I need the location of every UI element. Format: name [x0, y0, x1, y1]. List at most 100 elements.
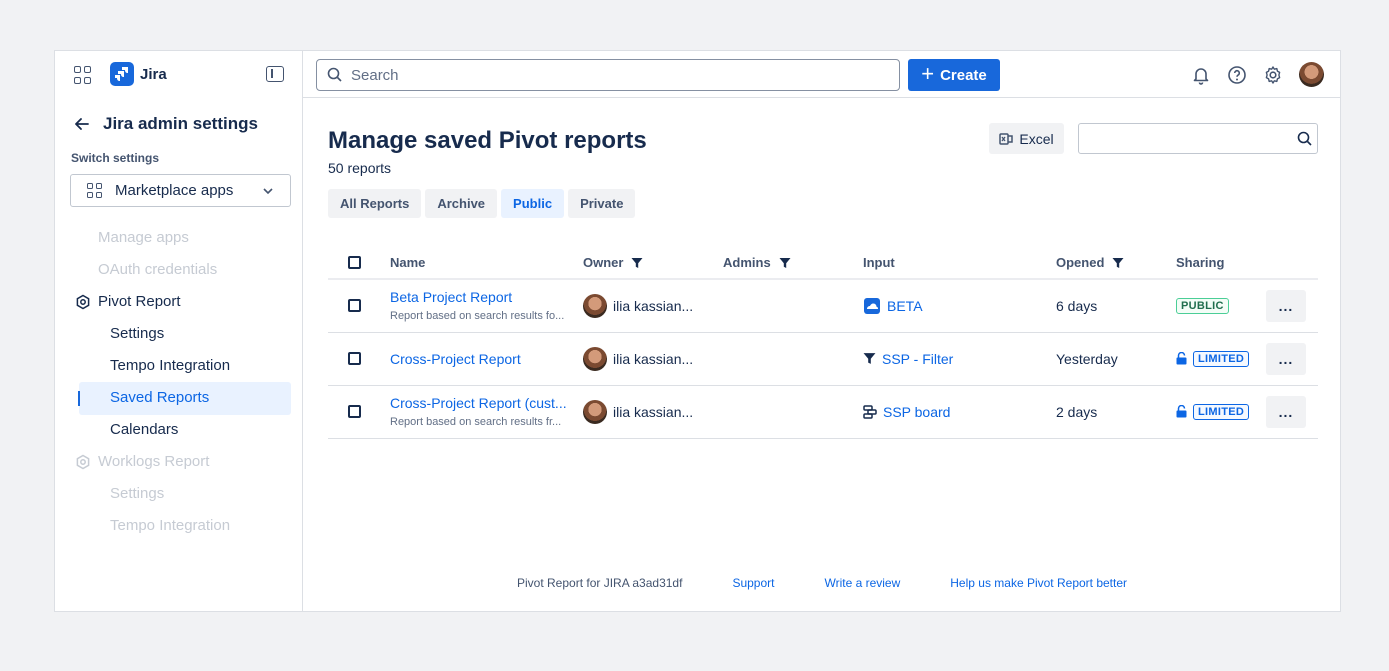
- column-owner[interactable]: Owner: [583, 247, 723, 280]
- input-cell: SSP - Filter: [863, 332, 1056, 386]
- input-label: SSP - Filter: [882, 350, 954, 367]
- actions-cell: ...: [1266, 332, 1318, 386]
- selected-indicator: [78, 391, 80, 406]
- footer: Pivot Report for JIRA a3ad31df Support W…: [517, 576, 1177, 590]
- main-content: Manage saved Pivot reports 50 reports Ex…: [303, 99, 1340, 611]
- switch-settings-label: Switch settings: [71, 151, 160, 165]
- select-all-cell: [328, 247, 390, 280]
- opened-cell: Yesterday: [1056, 332, 1176, 386]
- sharing-cell: LIMITED: [1176, 385, 1266, 439]
- row-select-cell: [328, 332, 390, 386]
- input-cell: SSP board: [863, 385, 1056, 439]
- report-tabs: All Reports Archive Public Private: [328, 189, 636, 218]
- input-cell: BETA: [863, 279, 1056, 333]
- name-cell: Cross-Project Report (cust... Report bas…: [390, 385, 583, 439]
- sidebar-item-calendars[interactable]: Calendars: [110, 419, 178, 441]
- tab-all-reports[interactable]: All Reports: [328, 189, 422, 218]
- table-row[interactable]: Beta Project Report Report based on sear…: [328, 279, 1318, 333]
- actions-cell: ...: [1266, 385, 1318, 439]
- sidebar-item-saved-reports[interactable]: Saved Reports: [110, 387, 209, 409]
- report-count: 50 reports: [328, 160, 392, 176]
- column-sharing[interactable]: Sharing: [1176, 247, 1266, 280]
- sidebar-item-worklogs-report[interactable]: Worklogs Report: [98, 451, 209, 473]
- collapse-sidebar-icon[interactable]: [266, 66, 284, 82]
- row-checkbox[interactable]: [348, 299, 361, 313]
- apps-icon: [87, 182, 103, 199]
- owner-avatar: [583, 399, 607, 424]
- more-actions-button[interactable]: ...: [1266, 395, 1306, 428]
- jira-logo-icon[interactable]: [110, 62, 134, 86]
- notifications-bell-icon[interactable]: [1191, 65, 1211, 85]
- sidebar-item-pivot-report[interactable]: Pivot Report: [98, 291, 181, 313]
- sharing-status-badge: PUBLIC: [1176, 297, 1229, 314]
- tab-public[interactable]: Public: [501, 189, 565, 218]
- board-icon: [863, 404, 877, 419]
- sharing-cell: LIMITED: [1176, 332, 1266, 386]
- settings-gear-icon[interactable]: [1263, 65, 1283, 85]
- more-actions-button[interactable]: ...: [1266, 342, 1306, 375]
- admins-cell: [723, 279, 863, 333]
- sidebar-item-settings[interactable]: Settings: [110, 323, 164, 345]
- sidebar-header: Jira: [55, 51, 303, 99]
- tab-private[interactable]: Private: [568, 189, 636, 218]
- report-filter-box[interactable]: [1078, 123, 1318, 154]
- column-name[interactable]: Name: [390, 247, 583, 280]
- row-select-cell: [328, 279, 390, 333]
- search-input[interactable]: [351, 66, 871, 84]
- app-switcher-icon[interactable]: [74, 66, 92, 84]
- filter-icon[interactable]: [779, 257, 791, 269]
- sidebar-item-manage-apps[interactable]: Manage apps: [98, 227, 189, 249]
- report-filter-input[interactable]: [1079, 124, 1289, 153]
- more-actions-button[interactable]: ...: [1266, 289, 1306, 322]
- actions-cell: ...: [1266, 279, 1318, 333]
- page-title: Manage saved Pivot reports: [328, 127, 647, 154]
- sidebar-item-worklogs-tempo-integration[interactable]: Tempo Integration: [110, 515, 230, 537]
- report-name-link[interactable]: Cross-Project Report (cust...: [390, 395, 583, 411]
- sidebar-item-oauth-credentials[interactable]: OAuth credentials: [98, 259, 217, 281]
- search-icon: [327, 67, 342, 82]
- footer-version: Pivot Report for JIRA a3ad31df: [517, 576, 683, 590]
- sidebar-item-tempo-integration[interactable]: Tempo Integration: [110, 355, 230, 377]
- select-all-checkbox[interactable]: [348, 256, 361, 269]
- lock-icon: [1176, 405, 1187, 418]
- row-checkbox[interactable]: [348, 405, 361, 418]
- column-input[interactable]: Input: [863, 247, 1056, 280]
- back-link[interactable]: Jira admin settings: [73, 113, 258, 135]
- column-admins[interactable]: Admins: [723, 247, 863, 280]
- hexagon-settings-icon: [76, 454, 90, 470]
- filter-icon[interactable]: [1112, 257, 1124, 269]
- help-icon[interactable]: [1227, 65, 1247, 85]
- reports-table: Name Owner Admins Input Opened Sharing B…: [328, 247, 1318, 439]
- filter-icon[interactable]: [631, 257, 643, 269]
- table-row[interactable]: Cross-Project Report (cust... Report bas…: [328, 385, 1318, 439]
- hexagon-settings-icon: [76, 294, 90, 310]
- plus-icon: +: [921, 61, 935, 86]
- report-name-link[interactable]: Cross-Project Report: [390, 351, 583, 367]
- footer-feedback-link[interactable]: Help us make Pivot Report better: [950, 576, 1127, 590]
- search-box[interactable]: [316, 59, 900, 91]
- filter-icon: [863, 353, 876, 364]
- switch-settings-select[interactable]: Marketplace apps: [70, 174, 291, 207]
- create-button[interactable]: + Create: [908, 59, 1000, 91]
- user-avatar[interactable]: [1299, 62, 1324, 87]
- footer-support-link[interactable]: Support: [732, 576, 774, 590]
- input-link[interactable]: BETA: [863, 297, 1056, 315]
- tab-archive[interactable]: Archive: [425, 189, 498, 218]
- sharing-cell: PUBLIC: [1176, 279, 1266, 333]
- excel-export-button[interactable]: Excel: [989, 123, 1064, 154]
- input-link[interactable]: SSP - Filter: [863, 351, 1056, 367]
- top-navigation: + Create: [303, 51, 1340, 98]
- excel-label: Excel: [1019, 130, 1054, 147]
- column-opened[interactable]: Opened: [1056, 247, 1176, 280]
- footer-review-link[interactable]: Write a review: [824, 576, 900, 590]
- owner-cell: ilia kassian...: [583, 279, 723, 333]
- sidebar-item-worklogs-settings[interactable]: Settings: [110, 483, 164, 505]
- row-checkbox[interactable]: [348, 352, 361, 365]
- arrow-left-icon: [75, 118, 89, 130]
- table-row[interactable]: Cross-Project Report ilia kassian... SSP…: [328, 332, 1318, 386]
- report-name-link[interactable]: Beta Project Report: [390, 289, 583, 305]
- app-name[interactable]: Jira: [140, 66, 167, 83]
- sharing-status-badge: LIMITED: [1193, 403, 1250, 420]
- input-link[interactable]: SSP board: [863, 404, 1056, 420]
- admins-cell: [723, 332, 863, 386]
